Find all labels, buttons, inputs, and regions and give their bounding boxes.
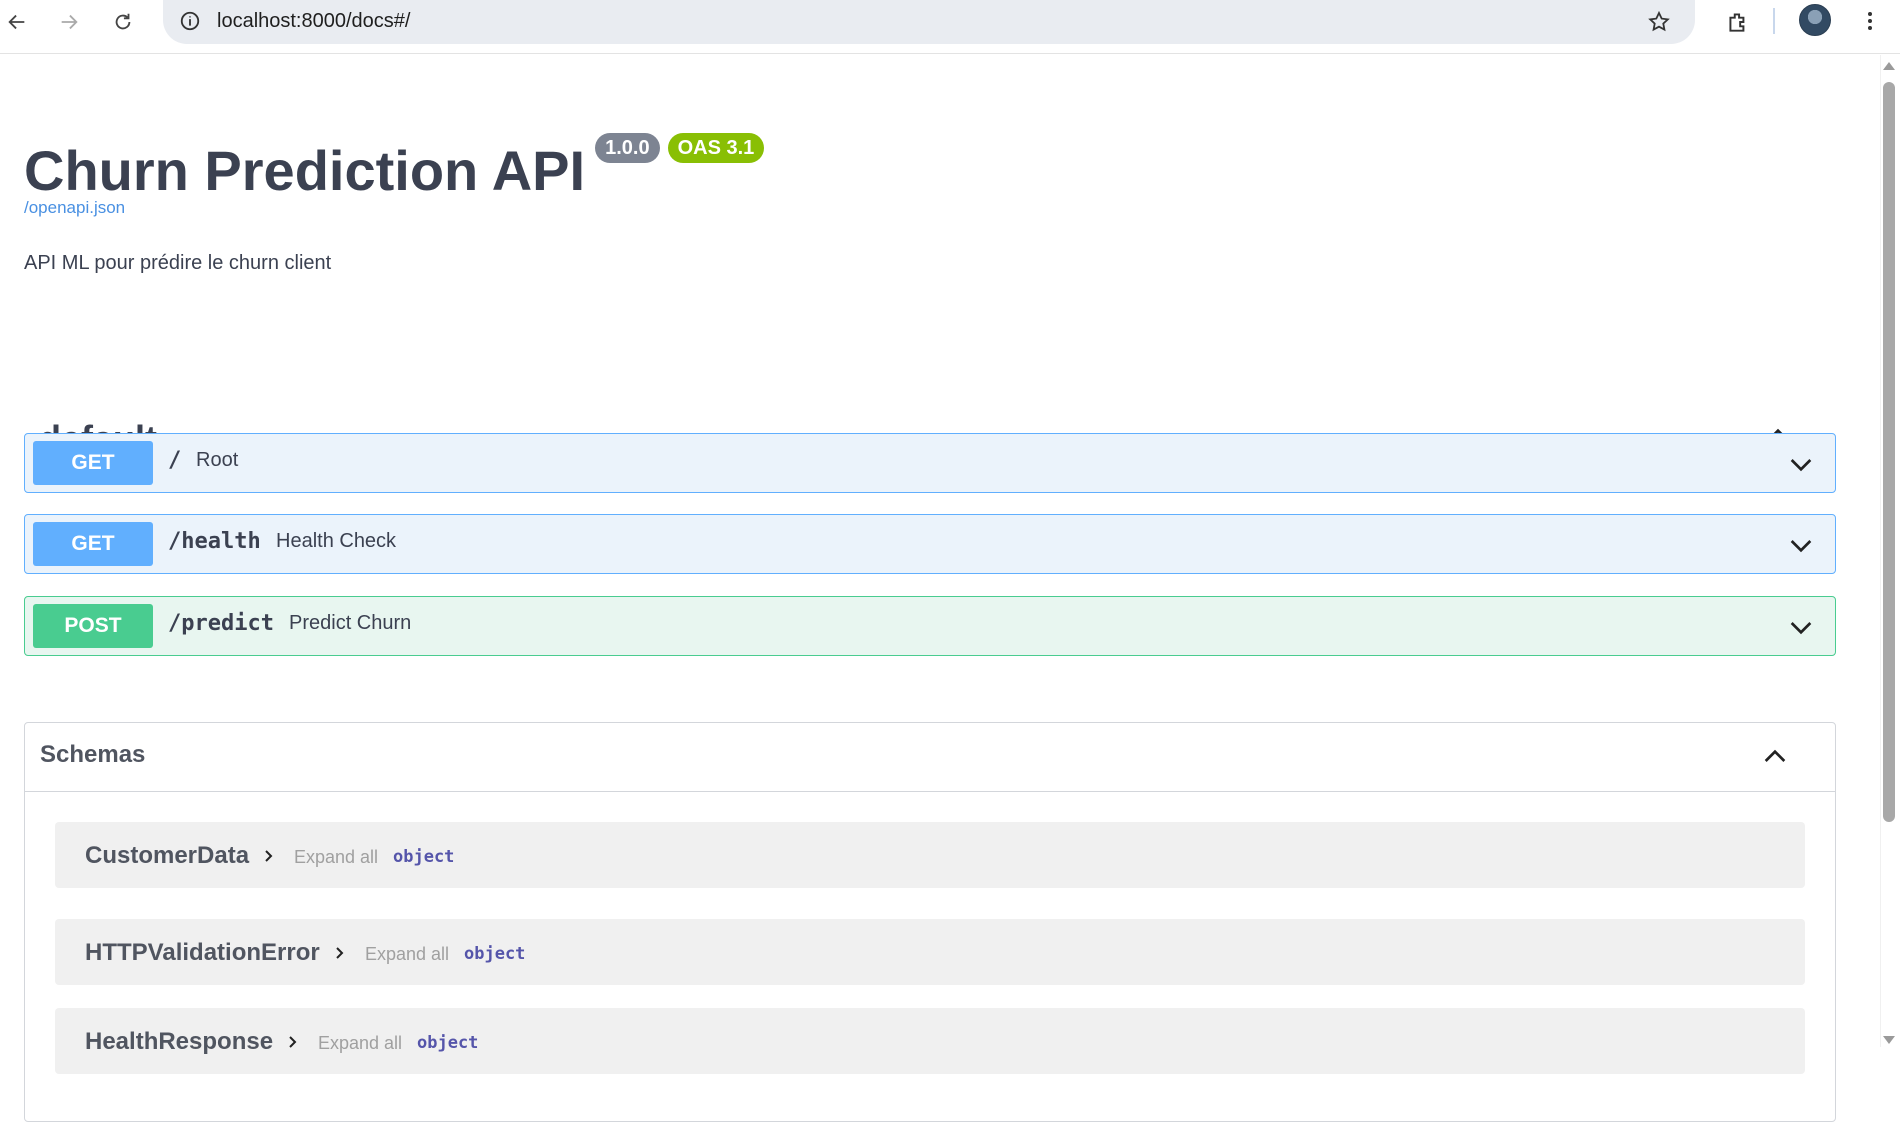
operation-summary: Root — [196, 449, 239, 471]
operation-post-predict[interactable]: POST /predict Predict Churn — [24, 596, 1836, 656]
expand-all-link[interactable]: Expand all — [294, 847, 378, 868]
model-name[interactable]: CustomerData — [85, 842, 249, 870]
model-healthresponse[interactable]: HealthResponse Expand all object — [55, 1008, 1805, 1074]
info-header: Churn Prediction API 1.0.0 OAS 3.1 — [24, 133, 765, 202]
method-badge: POST — [33, 604, 153, 648]
model-name[interactable]: HealthResponse — [85, 1028, 273, 1056]
model-name[interactable]: HTTPValidationError — [85, 939, 320, 967]
expand-all-link[interactable]: Expand all — [318, 1033, 402, 1054]
address-bar[interactable]: localhost:8000/docs#/ — [163, 0, 1695, 44]
method-badge: GET — [33, 522, 153, 566]
url-text[interactable]: localhost:8000/docs#/ — [217, 10, 410, 33]
operation-path: /predict — [168, 611, 274, 636]
version-badge: 1.0.0 — [595, 133, 660, 163]
toolbar-separator — [1773, 8, 1775, 34]
schemas-section: Schemas CustomerData Expand all object H… — [24, 722, 1836, 1122]
caret-right-icon[interactable] — [287, 1036, 299, 1048]
chevron-down-icon[interactable] — [1785, 448, 1817, 480]
operation-path: / — [168, 448, 182, 473]
back-arrow-icon[interactable] — [2, 7, 32, 37]
operation-summary: Health Check — [276, 530, 397, 552]
page-title: Churn Prediction API — [24, 139, 586, 202]
model-customerdata[interactable]: CustomerData Expand all object — [55, 822, 1805, 888]
schemas-header[interactable]: Schemas — [25, 723, 1835, 792]
api-description: API ML pour prédire le churn client — [24, 252, 332, 274]
model-type: object — [417, 1033, 479, 1053]
operation-get-health[interactable]: GET /health Health Check — [24, 514, 1836, 574]
extensions-icon[interactable] — [1722, 6, 1754, 38]
oas-badge: OAS 3.1 — [667, 133, 765, 163]
reload-icon[interactable] — [108, 7, 138, 37]
chevron-up-icon[interactable] — [1759, 741, 1791, 773]
scrollbar-thumb[interactable] — [1883, 82, 1895, 822]
chevron-down-icon[interactable] — [1785, 611, 1817, 643]
scroll-down-arrow-icon[interactable] — [1883, 1036, 1895, 1044]
operation-path: /health — [168, 529, 261, 554]
schemas-title: Schemas — [40, 741, 146, 768]
scroll-up-arrow-icon[interactable] — [1883, 62, 1895, 70]
chevron-down-icon[interactable] — [1785, 529, 1817, 561]
operation-summary: Predict Churn — [289, 612, 412, 634]
operation-get-root[interactable]: GET / Root — [24, 433, 1836, 493]
expand-all-link[interactable]: Expand all — [365, 944, 449, 965]
avatar[interactable] — [1799, 4, 1831, 36]
forward-arrow-icon[interactable] — [54, 7, 84, 37]
model-type: object — [464, 944, 526, 964]
kebab-menu-icon[interactable] — [1858, 6, 1882, 36]
openapi-json-link[interactable]: /openapi.json — [24, 198, 125, 218]
model-httpvalidationerror[interactable]: HTTPValidationError Expand all object — [55, 919, 1805, 985]
site-info-icon[interactable] — [177, 8, 203, 34]
caret-right-icon[interactable] — [334, 947, 346, 959]
browser-toolbar: localhost:8000/docs#/ — [0, 0, 1900, 54]
method-badge: GET — [33, 441, 153, 485]
bookmark-star-icon[interactable] — [1645, 8, 1673, 36]
caret-right-icon[interactable] — [263, 850, 275, 862]
model-type: object — [393, 847, 455, 867]
